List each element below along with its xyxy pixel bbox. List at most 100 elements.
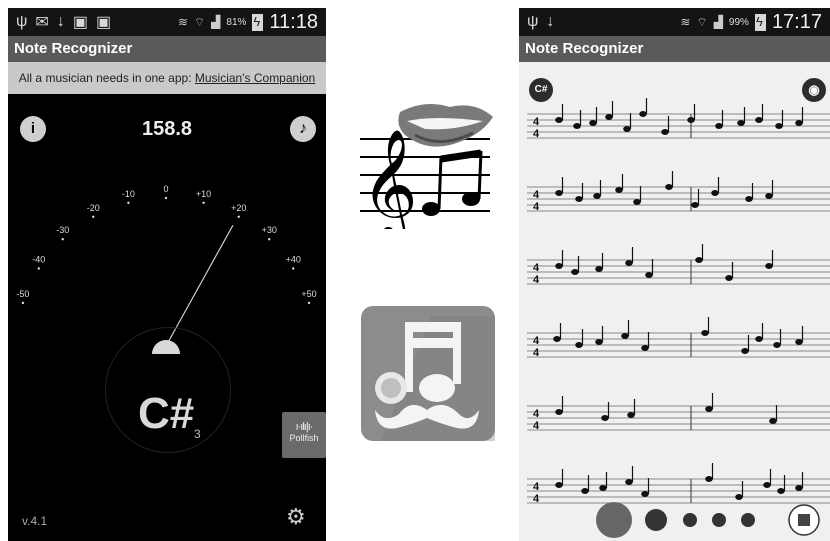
pollfish-button[interactable]: ı·ılı|ı· Pollfish — [282, 412, 326, 458]
lips-treble-clef-app-icon: 𝄞 — [355, 97, 498, 245]
gauge-tick-label: +30 — [262, 225, 277, 235]
record-icon[interactable] — [596, 502, 632, 538]
gauge-tick-label: -40 — [32, 255, 45, 265]
gauge-tick-label: -10 — [122, 189, 135, 199]
gauge-tick-label: -20 — [87, 203, 100, 213]
note-head — [725, 275, 733, 281]
gauge-tick-label: +50 — [301, 289, 316, 299]
note-head — [701, 330, 709, 336]
note-head — [641, 345, 649, 351]
gauge-tick-label: +20 — [231, 203, 246, 213]
time-signature-top: 4 — [533, 116, 540, 128]
status-bar: ψ ✉ ↓ ▣ ▣ ≋ ⌔ ▟ 81% 11:18 — [8, 8, 326, 36]
note-head — [765, 263, 773, 269]
stop-square — [798, 514, 810, 526]
note-head — [555, 117, 563, 123]
version-label: v.4.1 — [22, 514, 48, 528]
note-head — [625, 479, 633, 485]
download-icon: ↓ — [546, 13, 555, 30]
promo-text: All a musician needs in one app: — [18, 71, 195, 85]
time-signature-top: 4 — [533, 481, 540, 493]
note-head — [623, 126, 631, 132]
note-head — [661, 129, 669, 135]
note-head — [555, 190, 563, 196]
mustache-music-app-icon — [361, 306, 495, 441]
clock: 17:17 — [771, 10, 822, 33]
promo-link[interactable]: Musician's Companion — [195, 71, 315, 85]
note-head — [639, 111, 647, 117]
note-head — [633, 199, 641, 205]
playback-dot-3[interactable] — [712, 513, 726, 527]
playback-dot-4[interactable] — [741, 513, 755, 527]
detected-octave: 3 — [194, 427, 201, 441]
note-head — [695, 257, 703, 263]
tuner-panel: i 158.8 ♪ -50 -40 -30 -20 -10 0 +10 +20 +30 +40 +5… — [8, 94, 326, 541]
music-note-icon[interactable]: ♪ — [290, 116, 316, 142]
note-head — [737, 120, 745, 126]
note-head — [605, 114, 613, 120]
gauge-tick — [61, 237, 64, 241]
note-head — [773, 342, 781, 348]
time-signature-bottom: 4 — [533, 274, 540, 286]
vibrate-icon: ≋ — [177, 15, 188, 29]
frequency-readout: 158.8 — [141, 118, 193, 140]
note-head — [595, 339, 603, 345]
usb-icon: ψ — [527, 13, 539, 30]
note-head — [795, 339, 803, 345]
download-icon: ↓ — [56, 13, 65, 30]
note-head — [765, 193, 773, 199]
gauge-tick — [237, 215, 240, 219]
gauge-tick-label: -50 — [16, 289, 29, 299]
tuner-screen: ψ ✉ ↓ ▣ ▣ ≋ ⌔ ▟ 81% 11:18 Note Recognize… — [8, 8, 326, 541]
battery-icon — [252, 13, 264, 31]
note-head — [687, 117, 695, 123]
vibrate-icon: ≋ — [680, 15, 691, 29]
time-signature-top: 4 — [533, 189, 540, 201]
wifi-icon: ⌔ — [696, 14, 708, 29]
note-head — [601, 415, 609, 421]
note-head — [593, 193, 601, 199]
playback-dot-2[interactable] — [683, 513, 697, 527]
note-head — [755, 336, 763, 342]
note-head — [755, 117, 763, 123]
time-signature-bottom: 4 — [533, 420, 540, 432]
time-signature-top: 4 — [533, 408, 540, 420]
battery-percent: 99% — [728, 16, 749, 28]
note-head — [555, 263, 563, 269]
note-head — [555, 409, 563, 415]
note-head — [777, 488, 785, 494]
gear-icon[interactable]: ⚙ — [286, 504, 306, 530]
note-head — [705, 406, 713, 412]
time-signature-bottom: 4 — [533, 201, 540, 213]
note-head — [615, 187, 623, 193]
gauge-tick-label: +10 — [196, 189, 211, 199]
note-head — [705, 476, 713, 482]
note-head — [575, 196, 583, 202]
note-head — [711, 190, 719, 196]
note-head — [595, 266, 603, 272]
promo-banner[interactable]: All a musician needs in one app: Musicia… — [8, 62, 326, 94]
gauge-tick — [37, 267, 40, 270]
note-head — [573, 123, 581, 129]
time-signature-bottom: 4 — [533, 347, 540, 359]
wifi-icon: ⌔ — [193, 14, 206, 29]
status-bar: ψ ↓ ≋ ⌔ ▟ 99% 17:17 — [519, 8, 830, 36]
note-head — [691, 202, 699, 208]
time-signature-top: 4 — [533, 262, 540, 274]
gauge-tick — [307, 301, 311, 305]
no-sim-icon: ✉ — [35, 14, 49, 31]
battery-percent: 81% — [226, 16, 247, 28]
battery-icon — [754, 13, 766, 31]
note-head — [641, 491, 649, 497]
sheet-music-screen: ψ ↓ ≋ ⌔ ▟ 99% 17:17 Note Recognizer C# ◉… — [519, 8, 830, 541]
note-head — [599, 485, 607, 491]
note-head — [575, 342, 583, 348]
gauge-tick — [21, 301, 25, 305]
app-title: Note Recognizer — [8, 36, 326, 62]
note-head — [715, 123, 723, 129]
gauge-tick — [127, 201, 130, 204]
score: 444444444444 — [527, 98, 830, 538]
note-head — [581, 488, 589, 494]
playback-dot-1[interactable] — [645, 509, 667, 531]
pollfish-icon: ı·ılı|ı· — [295, 421, 314, 433]
